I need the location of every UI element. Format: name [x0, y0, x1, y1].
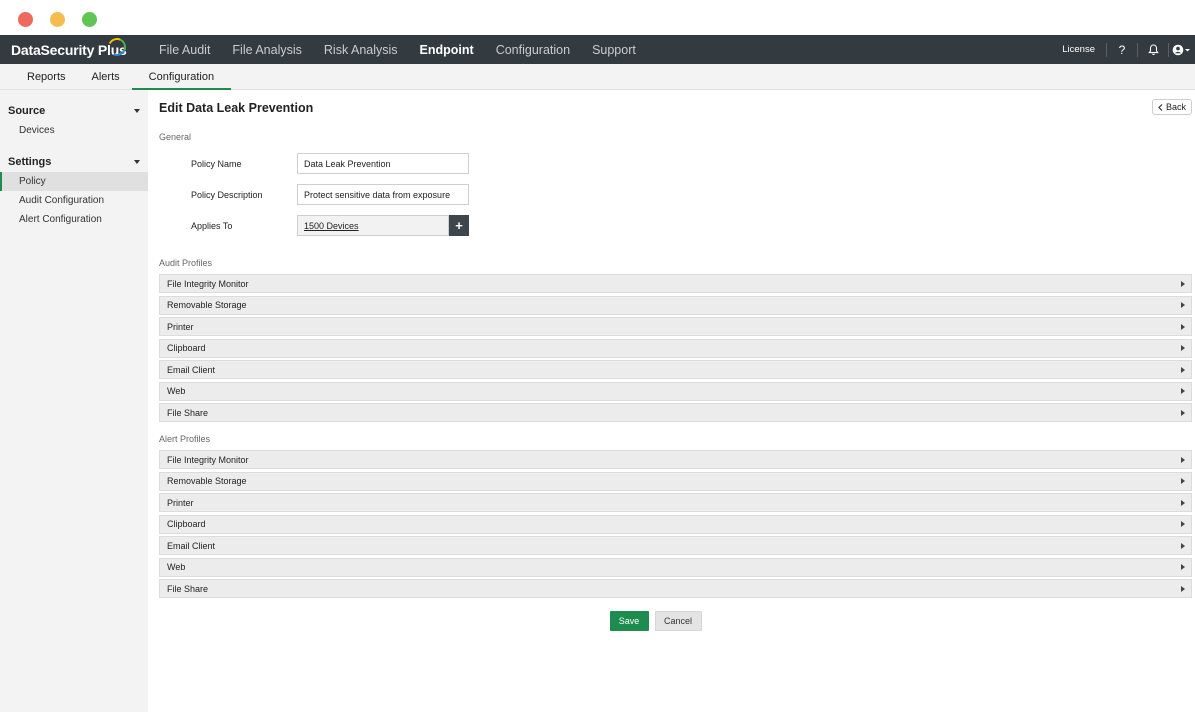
nav-file-audit[interactable]: File Audit [148, 35, 221, 64]
chevron-right-icon [1181, 366, 1185, 373]
chevron-right-icon [1181, 542, 1185, 549]
sidebar-group-label: Settings [8, 156, 52, 168]
main-nav: File Audit File Analysis Risk Analysis E… [148, 35, 647, 64]
audit-profiles-list: File Integrity Monitor Removable Storage… [159, 274, 1192, 422]
chevron-left-icon [1158, 103, 1163, 111]
bell-icon[interactable] [1138, 35, 1168, 64]
main-content: Edit Data Leak Prevention Back General P… [148, 90, 1195, 712]
section-audit-profiles-label: Audit Profiles [159, 258, 213, 268]
sidebar-item-policy[interactable]: Policy [0, 172, 148, 191]
accordion-label: File Integrity Monitor [167, 454, 249, 465]
page-title: Edit Data Leak Prevention [159, 101, 314, 115]
tab-configuration[interactable]: Configuration [131, 64, 232, 90]
nav-support[interactable]: Support [581, 35, 647, 64]
accordion-label: Email Client [167, 364, 216, 375]
audit-profile-file-integrity-monitor[interactable]: File Integrity Monitor [159, 274, 1192, 293]
chevron-right-icon [1181, 499, 1185, 506]
tab-reports[interactable]: Reports [0, 64, 80, 89]
general-form: Policy Name Data Leak Prevention Policy … [159, 148, 1192, 241]
audit-profile-removable-storage[interactable]: Removable Storage [159, 295, 1192, 315]
accordion-label: File Integrity Monitor [167, 278, 249, 289]
cancel-button[interactable]: Cancel [654, 611, 702, 631]
caret-down-icon [134, 160, 140, 164]
alert-profile-email-client[interactable]: Email Client [159, 536, 1192, 555]
caret-down-icon [134, 109, 140, 113]
nav-risk-analysis[interactable]: Risk Analysis [313, 35, 409, 64]
chevron-right-icon [1181, 564, 1185, 570]
alert-profile-web[interactable]: Web [159, 557, 1192, 577]
nav-configuration[interactable]: Configuration [485, 35, 581, 64]
license-link[interactable]: License [1051, 44, 1106, 55]
save-button[interactable]: Save [609, 611, 649, 631]
help-icon[interactable]: ? [1107, 35, 1137, 64]
chevron-right-icon [1181, 521, 1185, 527]
accordion-label: File Share [167, 583, 209, 594]
maximize-window-button[interactable] [82, 12, 97, 27]
chevron-right-icon [1181, 302, 1185, 308]
chevron-right-icon [1181, 388, 1185, 394]
sub-tabs: Reports Alerts Configuration [0, 64, 1195, 90]
accordion-label: File Share [167, 407, 209, 418]
accordion-label: Removable Storage [167, 300, 247, 310]
nav-file-analysis[interactable]: File Analysis [221, 35, 312, 64]
chevron-right-icon [1181, 478, 1185, 484]
chevron-right-icon [1181, 456, 1185, 463]
brand-logo[interactable]: DataSecurity Plus [0, 34, 148, 59]
chevron-right-icon [1181, 345, 1185, 351]
section-general-label: General [159, 132, 192, 142]
chevron-right-icon [1181, 585, 1185, 592]
top-navigation: DataSecurity Plus File Audit File Analys… [0, 34, 1195, 64]
nav-endpoint[interactable]: Endpoint [409, 35, 485, 64]
accordion-label: Clipboard [167, 343, 206, 353]
policy-name-input[interactable]: Data Leak Prevention [297, 153, 469, 174]
nav-utilities: License ? [1051, 35, 1195, 64]
back-button[interactable]: Back [1152, 99, 1192, 115]
add-devices-button[interactable]: + [449, 215, 469, 236]
back-label: Back [1165, 102, 1186, 112]
audit-profile-clipboard[interactable]: Clipboard [159, 338, 1192, 358]
sidebar-group-settings[interactable]: Settings [0, 152, 148, 172]
chevron-right-icon [1181, 409, 1185, 416]
policy-description-label: Policy Description [191, 189, 263, 200]
section-alert-profiles-label: Alert Profiles [159, 434, 211, 444]
accordion-label: Web [167, 386, 186, 396]
alert-profile-printer[interactable]: Printer [159, 493, 1192, 512]
applies-to-devices-link[interactable]: 1500 Devices [297, 215, 449, 236]
user-menu-icon[interactable] [1169, 35, 1195, 64]
applies-to-field: 1500 Devices + [297, 215, 469, 236]
policy-name-label: Policy Name [191, 158, 242, 169]
accordion-label: Email Client [167, 540, 216, 551]
chevron-right-icon [1181, 280, 1185, 287]
sidebar: Source Devices Settings Policy Audit Con… [0, 90, 148, 712]
audit-profile-email-client[interactable]: Email Client [159, 360, 1192, 379]
close-window-button[interactable] [18, 12, 33, 27]
alert-profiles-list: File Integrity Monitor Removable Storage… [159, 450, 1192, 598]
alert-profile-removable-storage[interactable]: Removable Storage [159, 471, 1192, 491]
alert-profile-clipboard[interactable]: Clipboard [159, 514, 1192, 534]
accordion-label: Printer [167, 497, 194, 508]
audit-profile-web[interactable]: Web [159, 381, 1192, 401]
accordion-label: Clipboard [167, 519, 206, 529]
audit-profile-printer[interactable]: Printer [159, 317, 1192, 336]
alert-profile-file-share[interactable]: File Share [159, 579, 1192, 598]
form-actions: Save Cancel [159, 611, 1152, 631]
sidebar-item-devices[interactable]: Devices [0, 121, 148, 140]
accordion-label: Web [167, 562, 186, 572]
sidebar-item-audit-configuration[interactable]: Audit Configuration [0, 191, 148, 210]
alert-profile-file-integrity-monitor[interactable]: File Integrity Monitor [159, 450, 1192, 469]
accordion-label: Removable Storage [167, 476, 247, 486]
applies-to-label: Applies To [191, 220, 233, 231]
sidebar-group-source[interactable]: Source [0, 101, 148, 121]
audit-profile-file-share[interactable]: File Share [159, 403, 1192, 422]
chevron-right-icon [1181, 323, 1185, 330]
policy-description-input[interactable]: Protect sensitive data from exposure [297, 184, 469, 205]
window-chrome [0, 0, 1195, 35]
accordion-label: Printer [167, 321, 194, 332]
sidebar-group-label: Source [8, 105, 46, 117]
tab-alerts[interactable]: Alerts [80, 64, 132, 89]
sidebar-item-alert-configuration[interactable]: Alert Configuration [0, 210, 148, 229]
minimize-window-button[interactable] [50, 12, 65, 27]
